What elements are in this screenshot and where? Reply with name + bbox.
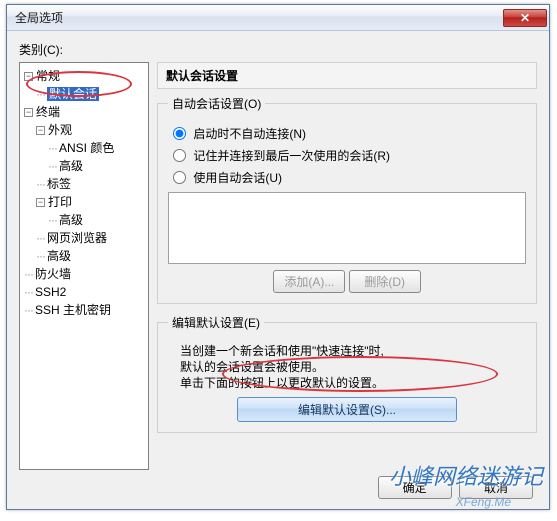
tree-node-ssh2[interactable]: SSH2 — [24, 283, 146, 301]
collapse-icon[interactable]: − — [24, 72, 33, 81]
tree-node-print[interactable]: −打印 高级 — [36, 193, 146, 229]
radio-input[interactable] — [173, 171, 186, 184]
main-row: −常规 默认会话 −终端 −外观 ANSI 颜色 高级 — [19, 62, 537, 470]
edit-default-group: 编辑默认设置(E) 当创建一个新会话和使用"快速连接"时, 默认的会话设置会被使… — [157, 314, 537, 433]
radio-label: 使用自动会话(U) — [193, 171, 282, 185]
collapse-icon[interactable]: − — [36, 126, 45, 135]
description-text: 当创建一个新会话和使用"快速连接"时, 默认的会话设置会被使用。 单击下面的按钮… — [180, 343, 526, 391]
cancel-button[interactable]: 取消 — [459, 476, 533, 499]
add-button[interactable]: 添加(A)... — [273, 270, 345, 293]
tree-node-general[interactable]: −常规 默认会话 — [24, 67, 146, 103]
radio-no-autoconnect[interactable]: 启动时不自动连接(N) — [168, 124, 526, 142]
tree-node-web-browser[interactable]: 网页浏览器 — [36, 229, 146, 247]
tree-node-tabs[interactable]: 标签 — [36, 175, 146, 193]
collapse-icon[interactable]: − — [36, 198, 45, 207]
edit-default-legend: 编辑默认设置(E) — [168, 314, 264, 331]
tree-node-advanced[interactable]: 高级 — [36, 247, 146, 265]
dialog-body: 类别(C): −常规 默认会话 −终端 −外观 ANSI 颜色 — [7, 31, 549, 509]
list-button-row: 添加(A)... 删除(D) — [168, 270, 526, 293]
delete-button[interactable]: 删除(D) — [349, 270, 421, 293]
tree-node-advanced[interactable]: 高级 — [48, 157, 146, 175]
tree-node-ansi-color[interactable]: ANSI 颜色 — [48, 139, 146, 157]
auto-session-listbox[interactable] — [168, 192, 526, 264]
window-title: 全局选项 — [15, 9, 503, 26]
close-icon: ✕ — [520, 11, 530, 25]
category-label: 类别(C): — [19, 41, 537, 58]
settings-panel: 默认会话设置 自动会话设置(O) 启动时不自动连接(N) 记住并连接到最后一次使… — [157, 62, 537, 470]
tree-node-ssh-host-keys[interactable]: SSH 主机密钥 — [24, 301, 146, 319]
radio-label: 启动时不自动连接(N) — [193, 127, 306, 141]
radio-input[interactable] — [173, 127, 186, 140]
auto-session-legend: 自动会话设置(O) — [168, 95, 265, 112]
category-tree[interactable]: −常规 默认会话 −终端 −外观 ANSI 颜色 高级 — [19, 62, 149, 470]
dialog-footer: 确定 取消 — [19, 470, 537, 499]
tree-node-advanced[interactable]: 高级 — [48, 211, 146, 229]
radio-remember-last[interactable]: 记住并连接到最后一次使用的会话(R) — [168, 146, 526, 164]
tree-node-appearance[interactable]: −外观 ANSI 颜色 高级 — [36, 121, 146, 175]
radio-label: 记住并连接到最后一次使用的会话(R) — [193, 149, 390, 163]
radio-input[interactable] — [173, 149, 186, 162]
titlebar[interactable]: 全局选项 ✕ — [7, 5, 549, 31]
panel-title: 默认会话设置 — [157, 62, 537, 89]
tree-node-firewall[interactable]: 防火墙 — [24, 265, 146, 283]
collapse-icon[interactable]: − — [24, 108, 33, 117]
ok-button[interactable]: 确定 — [378, 476, 452, 499]
auto-session-group: 自动会话设置(O) 启动时不自动连接(N) 记住并连接到最后一次使用的会话(R)… — [157, 95, 537, 304]
edit-default-settings-button[interactable]: 编辑默认设置(S)... — [237, 397, 457, 422]
radio-use-auto-session[interactable]: 使用自动会话(U) — [168, 168, 526, 186]
tree-node-default-session[interactable]: 默认会话 — [36, 85, 146, 103]
tree-node-terminal[interactable]: −终端 −外观 ANSI 颜色 高级 标签 −打印 — [24, 103, 146, 265]
dialog-window: 全局选项 ✕ 类别(C): −常规 默认会话 −终端 −外观 — [6, 4, 550, 510]
close-button[interactable]: ✕ — [503, 9, 547, 27]
